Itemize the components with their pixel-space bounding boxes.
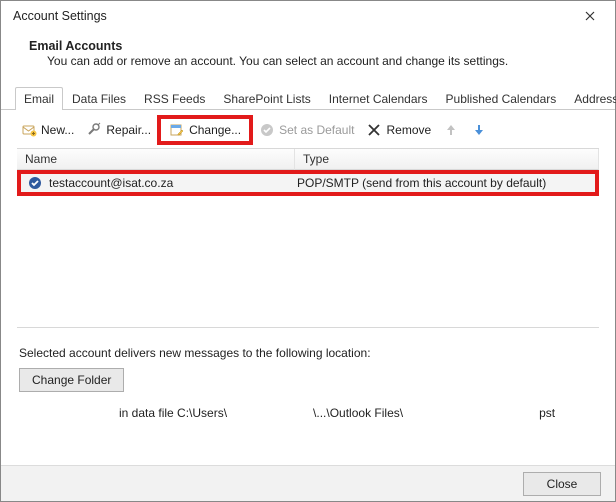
repair-icon bbox=[86, 122, 102, 138]
tab-strip: Email Data Files RSS Feeds SharePoint Li… bbox=[1, 86, 615, 110]
tab-email[interactable]: Email bbox=[15, 87, 63, 110]
tab-data-files[interactable]: Data Files bbox=[63, 87, 135, 110]
repair-button[interactable]: Repair... bbox=[82, 120, 155, 140]
tab-published-calendars[interactable]: Published Calendars bbox=[437, 87, 566, 110]
header-title: Email Accounts bbox=[29, 39, 587, 53]
check-circle-icon bbox=[259, 122, 275, 138]
header-description: You can add or remove an account. You ca… bbox=[29, 54, 587, 68]
change-highlight: Change... bbox=[157, 115, 253, 145]
default-account-icon bbox=[27, 175, 43, 191]
set-default-label: Set as Default bbox=[279, 123, 354, 137]
arrow-up-icon bbox=[443, 122, 459, 138]
header-block: Email Accounts You can add or remove an … bbox=[1, 31, 615, 86]
close-dialog-button[interactable]: Close bbox=[523, 472, 601, 496]
delivery-path: in data file C:\Users\ \...\Outlook File… bbox=[19, 406, 597, 420]
tab-rss-feeds[interactable]: RSS Feeds bbox=[135, 87, 214, 110]
column-header-type[interactable]: Type bbox=[295, 149, 599, 170]
account-name: testaccount@isat.co.za bbox=[49, 176, 297, 190]
tab-sharepoint-lists[interactable]: SharePoint Lists bbox=[214, 87, 319, 110]
set-default-button: Set as Default bbox=[255, 120, 358, 140]
change-button[interactable]: Change... bbox=[165, 120, 245, 140]
move-up-button bbox=[439, 120, 463, 140]
list-body: testaccount@isat.co.za POP/SMTP (send fr… bbox=[17, 170, 599, 328]
delivery-section: Selected account delivers new messages t… bbox=[1, 328, 615, 428]
tab-address-books[interactable]: Address Books bbox=[565, 87, 616, 110]
change-folder-button[interactable]: Change Folder bbox=[19, 368, 124, 392]
tab-internet-calendars[interactable]: Internet Calendars bbox=[320, 87, 437, 110]
change-icon bbox=[169, 122, 185, 138]
remove-button[interactable]: Remove bbox=[362, 120, 435, 140]
repair-button-label: Repair... bbox=[106, 123, 151, 137]
change-button-label: Change... bbox=[189, 123, 241, 137]
remove-button-label: Remove bbox=[386, 123, 431, 137]
toolbar: New... Repair... Change... Set as Defaul… bbox=[1, 110, 615, 148]
path-prefix: in data file C:\Users\ bbox=[119, 406, 227, 420]
account-type: POP/SMTP (send from this account by defa… bbox=[297, 176, 589, 190]
close-button[interactable] bbox=[575, 5, 605, 27]
path-suffix: pst bbox=[539, 406, 555, 420]
new-icon bbox=[21, 122, 37, 138]
account-list: Name Type testaccount@isat.co.za POP/SMT… bbox=[17, 148, 599, 328]
list-header: Name Type bbox=[17, 148, 599, 170]
path-mid: \...\Outlook Files\ bbox=[313, 406, 403, 420]
titlebar: Account Settings bbox=[1, 1, 615, 31]
window-title: Account Settings bbox=[13, 9, 575, 23]
arrow-down-icon bbox=[471, 122, 487, 138]
new-button-label: New... bbox=[41, 123, 74, 137]
close-icon bbox=[585, 11, 595, 21]
move-down-button[interactable] bbox=[467, 120, 491, 140]
new-button[interactable]: New... bbox=[17, 120, 78, 140]
delivery-label: Selected account delivers new messages t… bbox=[19, 346, 597, 360]
row-highlight: testaccount@isat.co.za POP/SMTP (send fr… bbox=[17, 170, 599, 196]
table-row[interactable]: testaccount@isat.co.za POP/SMTP (send fr… bbox=[21, 174, 595, 192]
dialog-footer: Close bbox=[1, 465, 615, 501]
column-header-name[interactable]: Name bbox=[17, 149, 295, 170]
remove-icon bbox=[366, 122, 382, 138]
